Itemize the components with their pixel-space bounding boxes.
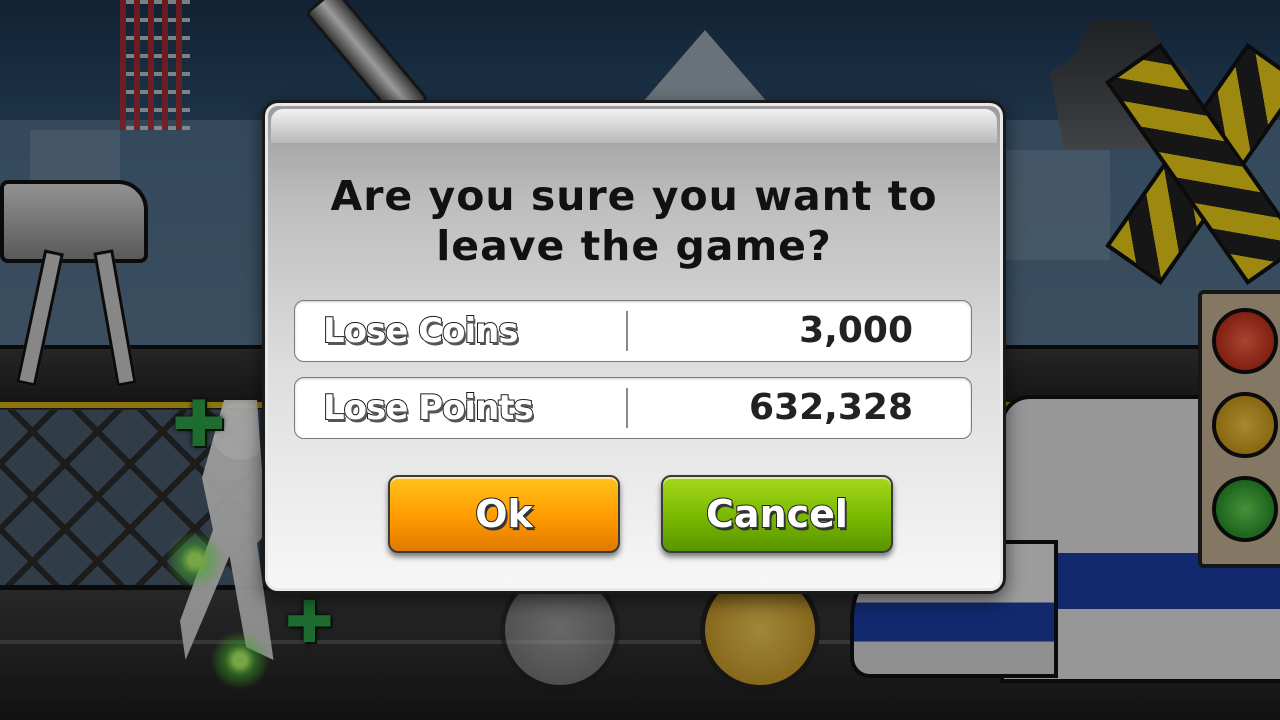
dialog-title-line-2: leave the game? [436, 222, 832, 270]
row-divider [626, 311, 628, 351]
lose-coins-label: Lose Coins [322, 310, 520, 352]
lose-points-row: Lose Points 632,328 [294, 377, 972, 439]
lose-coins-row: Lose Coins 3,000 [294, 300, 972, 362]
cancel-button[interactable]: Cancel [661, 475, 893, 553]
ok-button-label: Ok [474, 491, 534, 537]
dialog-title: Are you sure you want to leave the game? [265, 171, 1003, 271]
cancel-button-label: Cancel [705, 491, 849, 537]
lose-points-value: 632,328 [749, 387, 913, 428]
dialog-title-line-1: Are you sure you want to [330, 172, 938, 220]
row-divider [626, 388, 628, 428]
leave-game-dialog: Are you sure you want to leave the game?… [262, 100, 1006, 594]
dialog-header-bar [271, 109, 997, 143]
lose-coins-value: 3,000 [799, 310, 913, 351]
lose-points-label: Lose Points [322, 387, 535, 429]
ok-button[interactable]: Ok [388, 475, 620, 553]
